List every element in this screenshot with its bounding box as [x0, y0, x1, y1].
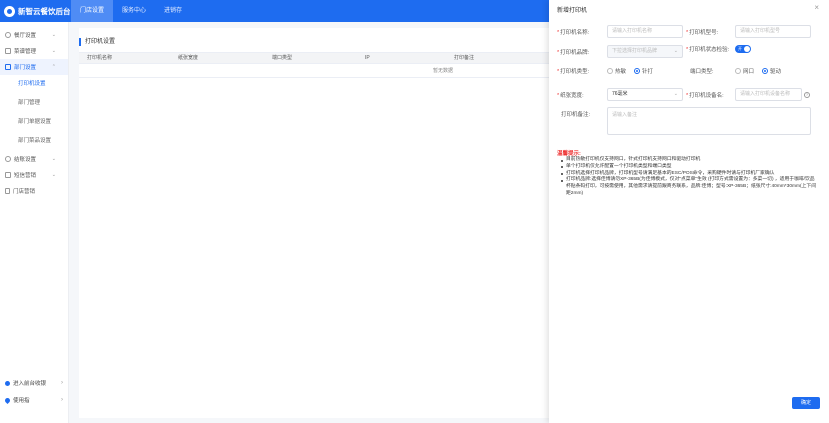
printer-type-label: *打印机类型: [557, 69, 590, 75]
paper-width-label: *纸张宽度: [557, 92, 584, 99]
device-name-input[interactable]: 请输入打印机设备名称 [735, 88, 802, 101]
empty-state: 暂无数据 [79, 64, 549, 78]
column-header: 打印备注 [454, 55, 475, 61]
paper-width-select[interactable]: 76毫米 ⌄ [607, 88, 683, 101]
printer-name-row: *打印机名称: 请输入打印机名称 [557, 25, 683, 38]
page-title: 打印机设置 [79, 38, 115, 46]
printer-brand-select[interactable]: 下拉选择打印机品牌 ⌄ [607, 45, 683, 58]
location-icon [3, 396, 12, 404]
confirm-button[interactable]: 确定 [792, 397, 820, 409]
user-guide-link[interactable]: 使用指 › [0, 393, 69, 407]
port-type-label: 端口类型: [690, 69, 714, 75]
printer-model-input[interactable]: 请输入打印机型号 [735, 25, 811, 38]
chevron-right-icon: › [61, 397, 63, 403]
column-header: 打印机名称 [87, 55, 113, 61]
sidebar-group-menu-management[interactable]: 菜谱管理 ⌄ [0, 43, 68, 59]
tab-service-center[interactable]: 服务中心 [113, 0, 155, 22]
printer-status-switch[interactable]: 开 [735, 45, 751, 53]
grid-icon [5, 64, 11, 70]
settings-icon [5, 32, 11, 38]
sidebar-group-sms-marketing[interactable]: 短信营销 ⌄ [0, 167, 68, 183]
brand-logo-icon [4, 5, 15, 17]
radio-thermal[interactable]: 热敏 [607, 67, 626, 75]
tip-item: 单个打印机仅允许配置一个打印机类型和端口类型 [561, 164, 819, 171]
help-icon[interactable]: ? [804, 91, 810, 98]
tab-inventory[interactable]: 进销存 [155, 0, 191, 22]
sidebar-group-department-settings[interactable]: 部门设置 ⌃ [0, 59, 68, 75]
sidebar-group-label: 餐厅设置 [14, 33, 37, 39]
radio-network[interactable]: 网口 [735, 67, 754, 75]
chevron-down-icon: ⌄ [673, 48, 678, 54]
printer-type-row: *打印机类型: 热敏 针打 [557, 67, 661, 75]
radio-circle-checked [762, 68, 769, 74]
content-panel: 打印机设置 打印机名称 纸张宽度 端口类型 IP 打印备注 暂无数据 [79, 28, 549, 418]
drawer-title: 新增打印机 [557, 8, 588, 14]
brand-title: 新智云餐饮后台 [18, 6, 71, 16]
column-header: 端口类型 [272, 55, 293, 61]
printer-status-check-row: *打印机状态检验: 开 [686, 45, 751, 53]
chevron-down-icon: ⌄ [51, 172, 56, 178]
tips-list: 目前热敏打印机仅支持网口，针式打印机支持网口和驱动打印机 单个打印机仅允许配置一… [561, 157, 819, 198]
tab-store-settings[interactable]: 门店设置 [71, 0, 114, 22]
column-header: 纸张宽度 [178, 55, 199, 61]
sidebar-item-department-dish-settings[interactable]: 部门菜品设置 [0, 132, 68, 151]
chevron-right-icon: › [61, 380, 63, 386]
circle-icon [5, 156, 11, 162]
port-type-row: 端口类型: 网口 驱动 [686, 67, 789, 75]
table-header: 打印机名称 纸张宽度 端口类型 IP 打印备注 [79, 52, 549, 64]
tip-item: 打印机品牌:选择佳博请勿XP-365B(为佳博模式，仅对"点菜单"生效 (打印方… [561, 177, 819, 197]
printer-model-label: *打印机型号: [686, 29, 719, 36]
device-name-label: *打印机设备名: [686, 92, 724, 99]
sidebar-group-label: 结账设置 [14, 157, 37, 163]
sidebar-group-restaurant-settings[interactable]: 餐厅设置 ⌄ [0, 27, 68, 43]
enter-pos-link[interactable]: 进入前台收银 › [0, 376, 69, 390]
printer-name-input[interactable]: 请输入打印机名称 [607, 25, 683, 38]
user-guide-label: 使用指 [13, 398, 30, 404]
radio-driver[interactable]: 驱动 [762, 67, 781, 75]
remark-textarea[interactable]: 请输入备注 [607, 107, 811, 135]
main-content: 打印机设置 打印机名称 纸张宽度 端口类型 IP 打印备注 暂无数据 [69, 22, 549, 423]
printer-brand-row: *打印机品牌: 下拉选择打印机品牌 ⌄ [557, 45, 683, 58]
chevron-down-icon: ⌄ [51, 48, 56, 54]
dot-icon [5, 380, 10, 386]
printer-table: 打印机名称 纸张宽度 端口类型 IP 打印备注 暂无数据 [79, 52, 549, 78]
paper-width-row: *纸张宽度: 76毫米 ⌄ [557, 88, 683, 101]
grid-icon [5, 48, 11, 54]
close-icon[interactable]: × [814, 3, 819, 12]
device-name-row: *打印机设备名: 请输入打印机设备名称 ? [686, 88, 810, 101]
printer-name-label: *打印机名称: [557, 29, 590, 36]
radio-circle [607, 68, 613, 74]
doc-icon [5, 188, 10, 194]
radio-circle-checked [634, 68, 641, 74]
chevron-down-icon: ⌄ [51, 156, 56, 162]
sidebar: 餐厅设置 ⌄ 菜谱管理 ⌄ 部门设置 ⌃ 打印机设置 部门管理 部门单据设置 部… [0, 22, 69, 423]
sidebar-group-label: 短信营销 [14, 173, 37, 179]
printer-status-check-label: *打印机状态检验: [686, 47, 730, 53]
column-header: IP [365, 55, 370, 61]
sidebar-group-store-marketing[interactable]: 门店营销 [0, 183, 68, 199]
chevron-down-icon: ⌄ [51, 32, 56, 38]
sidebar-item-department-receipt-settings[interactable]: 部门单据设置 [0, 113, 68, 132]
add-printer-drawer: 新增打印机 × *打印机名称: 请输入打印机名称 *打印机型号: 请输入打印机型… [549, 0, 829, 423]
printer-brand-label: *打印机品牌: [557, 49, 590, 56]
printer-model-row: *打印机型号: 请输入打印机型号 [686, 25, 811, 38]
top-nav-tabs: 门店设置 服务中心 进销存 [71, 0, 191, 22]
tip-item: 目前热敏打印机仅支持网口，针式打印机支持网口和驱动打印机 [561, 157, 819, 164]
chevron-up-icon: ⌃ [51, 64, 56, 70]
radio-dot-matrix[interactable]: 针打 [634, 67, 653, 75]
remark-label: 打印机备注: [561, 112, 591, 118]
sidebar-group-label: 部门设置 [14, 65, 37, 71]
sidebar-group-label: 门店营销 [13, 189, 36, 195]
brand[interactable]: 新智云餐饮后台 [4, 5, 71, 17]
remark-row: 打印机备注: [557, 110, 607, 118]
sidebar-group-label: 菜谱管理 [14, 49, 37, 55]
sidebar-item-department-management[interactable]: 部门管理 [0, 94, 68, 113]
radio-circle [735, 68, 741, 74]
sidebar-group-checkout-settings[interactable]: 结账设置 ⌄ [0, 151, 68, 167]
enter-pos-label: 进入前台收银 [13, 381, 47, 387]
chevron-down-icon: ⌄ [673, 91, 678, 97]
grid-icon [5, 172, 11, 178]
sidebar-item-printer-settings[interactable]: 打印机设置 [0, 75, 68, 94]
tips-title: 温馨提示: [557, 151, 581, 157]
